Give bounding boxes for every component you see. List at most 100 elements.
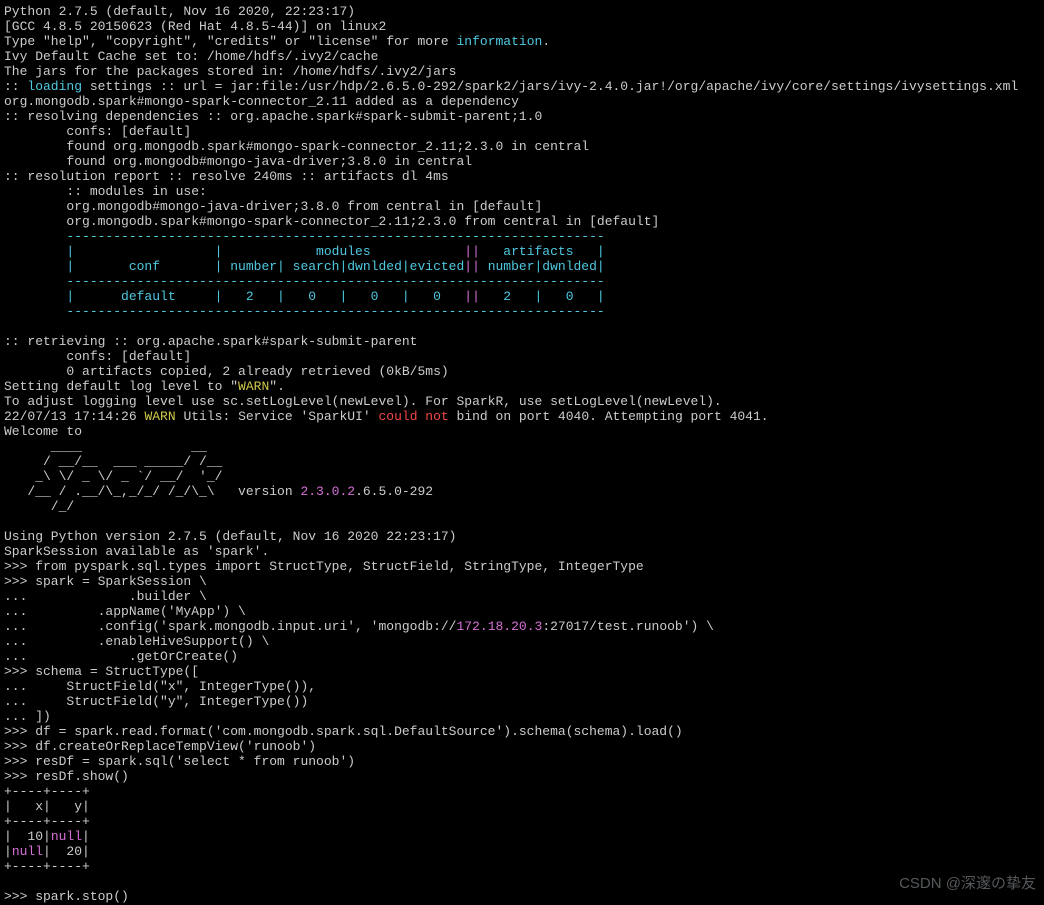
- terminal-text-segment: Utils: Service 'SparkUI': [176, 409, 379, 424]
- terminal-text-segment: Setting default log level to ": [4, 379, 238, 394]
- terminal-line: To adjust logging level use sc.setLogLev…: [4, 394, 722, 409]
- terminal-text-segment: null: [51, 829, 82, 844]
- terminal-line: [GCC 4.8.5 20150623 (Red Hat 4.8.5-44)] …: [4, 19, 386, 34]
- terminal-text-segment: :: resolution report :: resolve 240ms ::…: [4, 169, 449, 184]
- terminal-line: ----------------------------------------…: [4, 229, 605, 244]
- terminal-text-segment: org.mongodb.spark#mongo-spark-connector_…: [4, 94, 519, 109]
- terminal-text-segment: 22/07/13 17:14:26: [4, 409, 144, 424]
- terminal-text-segment: | | modules: [4, 244, 464, 259]
- terminal-text-segment: ----------------------------------------…: [4, 229, 605, 244]
- terminal-line: | conf | number| search|dwnlded|evicted|…: [4, 259, 605, 274]
- terminal-text-segment: +----+----+: [4, 814, 90, 829]
- terminal-line: ... ]): [4, 709, 51, 724]
- terminal-line: >>> df.createOrReplaceTempView('runoob'): [4, 739, 316, 754]
- terminal-text-segment: artifacts |: [480, 244, 605, 259]
- terminal-line: | | modules || artifacts |: [4, 244, 605, 259]
- terminal-text-segment: 2.3.0.2: [300, 484, 355, 499]
- terminal-text-segment: WARN: [238, 379, 269, 394]
- terminal-line: Ivy Default Cache set to: /home/hdfs/.iv…: [4, 49, 378, 64]
- terminal-text-segment: confs: [default]: [4, 349, 191, 364]
- terminal-line: :: loading settings :: url = jar:file:/u…: [4, 79, 1018, 94]
- terminal-line: 22/07/13 17:14:26 WARN Utils: Service 'S…: [4, 409, 769, 424]
- terminal-text-segment: /_/: [4, 499, 74, 514]
- terminal-text-segment: Type "help", "copyright", "credits" or "…: [4, 34, 456, 49]
- terminal-text-segment: ... ]): [4, 709, 51, 724]
- terminal-line: ----------------------------------------…: [4, 304, 605, 319]
- terminal-line: >>> df = spark.read.format('com.mongodb.…: [4, 724, 683, 739]
- terminal-text-segment: >>> resDf.show(): [4, 769, 129, 784]
- terminal-line: ... .builder \: [4, 589, 207, 604]
- terminal-text-segment: ||: [464, 259, 480, 274]
- terminal-line: org.mongodb#mongo-java-driver;3.8.0 from…: [4, 199, 542, 214]
- terminal-text-segment: | x| y|: [4, 799, 90, 814]
- terminal-text-segment: .6.5.0-292: [355, 484, 433, 499]
- terminal-line: ... .config('spark.mongodb.input.uri', '…: [4, 619, 714, 634]
- terminal-text-segment: Ivy Default Cache set to: /home/hdfs/.iv…: [4, 49, 378, 64]
- terminal-line: ____ __: [4, 439, 207, 454]
- terminal-text-segment: >>> spark.stop(): [4, 889, 129, 904]
- terminal-line: The jars for the packages stored in: /ho…: [4, 64, 456, 79]
- terminal-text-segment: org.mongodb#mongo-java-driver;3.8.0 from…: [4, 199, 542, 214]
- terminal-line: +----+----+: [4, 784, 90, 799]
- terminal-line: :: retrieving :: org.apache.spark#spark-…: [4, 334, 417, 349]
- terminal-text-segment: settings :: url = jar:file:/usr/hdp/2.6.…: [82, 79, 1018, 94]
- terminal-line: >>> spark = SparkSession \: [4, 574, 207, 589]
- terminal-text-segment: ... StructField("y", IntegerType()): [4, 694, 308, 709]
- terminal-text-segment: ... .enableHiveSupport() \: [4, 634, 269, 649]
- terminal-line: ... StructField("y", IntegerType()): [4, 694, 308, 709]
- terminal-output: Python 2.7.5 (default, Nov 16 2020, 22:2…: [0, 0, 1044, 905]
- terminal-text-segment: :: retrieving :: org.apache.spark#spark-…: [4, 334, 417, 349]
- terminal-line: ... .getOrCreate(): [4, 649, 238, 664]
- terminal-text-segment: >>> resDf = spark.sql('select * from run…: [4, 754, 355, 769]
- terminal-line: _\ \/ _ \/ _ `/ __/ '_/: [4, 469, 222, 484]
- terminal-text-segment: 2 | 0 |: [480, 289, 605, 304]
- terminal-text-segment: ... StructField("x", IntegerType()),: [4, 679, 316, 694]
- terminal-text-segment: WARN: [144, 409, 175, 424]
- terminal-line: | default | 2 | 0 | 0 | 0 || 2 | 0 |: [4, 289, 605, 304]
- terminal-line: found org.mongodb#mongo-java-driver;3.8.…: [4, 154, 472, 169]
- terminal-text-segment: ".: [269, 379, 285, 394]
- terminal-text-segment: ||: [464, 244, 480, 259]
- terminal-line: :: resolving dependencies :: org.apache.…: [4, 109, 542, 124]
- terminal-text-segment: |: [82, 829, 90, 844]
- terminal-line: >>> schema = StructType([: [4, 664, 199, 679]
- terminal-text-segment: >>> schema = StructType([: [4, 664, 199, 679]
- terminal-text-segment: | 10|: [4, 829, 51, 844]
- terminal-text-segment: .: [542, 34, 550, 49]
- terminal-line: >>> spark.stop(): [4, 889, 129, 904]
- terminal-text-segment: 0 artifacts copied, 2 already retrieved …: [4, 364, 449, 379]
- terminal-text-segment: >>> spark = SparkSession \: [4, 574, 207, 589]
- terminal-text-segment: >>> from pyspark.sql.types import Struct…: [4, 559, 644, 574]
- terminal-line: ... .enableHiveSupport() \: [4, 634, 269, 649]
- terminal-text-segment: ... .config('spark.mongodb.input.uri', '…: [4, 619, 456, 634]
- terminal-text-segment: ____ __: [4, 439, 207, 454]
- terminal-text-segment: [GCC 4.8.5 20150623 (Red Hat 4.8.5-44)] …: [4, 19, 386, 34]
- terminal-text-segment: org.mongodb.spark#mongo-spark-connector_…: [4, 214, 659, 229]
- terminal-text-segment: | default | 2 | 0 | 0 | 0: [4, 289, 464, 304]
- terminal-line: org.mongodb.spark#mongo-spark-connector_…: [4, 214, 659, 229]
- terminal-text-segment: :: modules in use:: [4, 184, 207, 199]
- terminal-line: >>> resDf = spark.sql('select * from run…: [4, 754, 355, 769]
- terminal-line: confs: [default]: [4, 124, 191, 139]
- terminal-line: confs: [default]: [4, 349, 191, 364]
- terminal-text-segment: found org.mongodb.spark#mongo-spark-conn…: [4, 139, 589, 154]
- terminal-text-segment: +----+----+: [4, 784, 90, 799]
- terminal-text-segment: The jars for the packages stored in: /ho…: [4, 64, 456, 79]
- terminal-line: :: resolution report :: resolve 240ms ::…: [4, 169, 449, 184]
- terminal-text-segment: number|dwnlded|: [480, 259, 605, 274]
- terminal-text-segment: found org.mongodb#mongo-java-driver;3.8.…: [4, 154, 472, 169]
- terminal-text-segment: confs: [default]: [4, 124, 191, 139]
- terminal-line: found org.mongodb.spark#mongo-spark-conn…: [4, 139, 589, 154]
- terminal-text-segment: ||: [464, 289, 480, 304]
- terminal-line: Setting default log level to "WARN".: [4, 379, 285, 394]
- terminal-line: >>> resDf.show(): [4, 769, 129, 784]
- terminal-text-segment: | conf | number| search|dwnlded|evicted: [4, 259, 464, 274]
- terminal-text-segment: ... .appName('MyApp') \: [4, 604, 246, 619]
- terminal-line: Python 2.7.5 (default, Nov 16 2020, 22:2…: [4, 4, 355, 19]
- terminal-text-segment: loading: [27, 79, 82, 94]
- terminal-line: Welcome to: [4, 424, 82, 439]
- terminal-text-segment: To adjust logging level use sc.setLogLev…: [4, 394, 722, 409]
- terminal-line: :: modules in use:: [4, 184, 207, 199]
- terminal-text-segment: could not: [379, 409, 449, 424]
- terminal-text-segment: >>> df = spark.read.format('com.mongodb.…: [4, 724, 683, 739]
